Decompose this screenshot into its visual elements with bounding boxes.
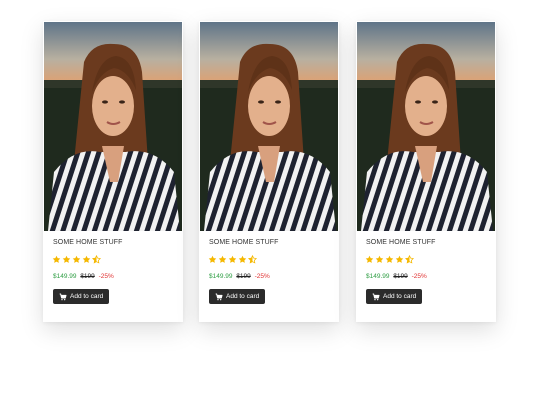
star-icon [395,255,404,263]
star-icon [62,255,71,263]
old-price: $199 [393,273,408,280]
rating-stars [208,255,257,264]
add-to-cart-button[interactable]: Add to card [53,289,110,304]
star-icon [208,255,217,263]
current-price: $149.99 [366,273,390,280]
cart-icon [59,293,67,300]
discount-badge: -25% [98,273,114,280]
star-half-icon [92,255,101,264]
add-to-cart-button[interactable]: Add to card [366,289,423,304]
add-to-cart-label: Add to card [383,293,417,300]
star-icon [72,255,81,263]
star-half-icon [405,255,414,264]
product-title: SOME HOME STUFF [209,239,279,246]
product-title: SOME HOME STUFF [53,239,123,246]
cart-icon [372,293,380,300]
old-price: $199 [236,273,251,280]
add-to-cart-button[interactable]: Add to card [209,289,266,304]
price-line: $149.99 $199 -25% [209,273,270,280]
add-to-cart-label: Add to card [226,293,260,300]
star-icon [375,255,384,263]
star-half-icon [248,255,257,264]
add-to-cart-label: Add to card [70,293,104,300]
star-icon [218,255,227,263]
product-title: SOME HOME STUFF [366,239,436,246]
price-line: $149.99 $199 -25% [366,273,427,280]
product-image[interactable] [44,22,182,231]
star-icon [52,255,61,263]
star-icon [228,255,237,263]
product-image[interactable] [200,22,338,231]
cart-icon [215,293,223,300]
current-price: $149.99 [53,273,77,280]
discount-badge: -25% [254,273,270,280]
old-price: $199 [80,273,95,280]
current-price: $149.99 [209,273,233,280]
star-icon [82,255,91,263]
rating-stars [52,255,101,264]
price-line: $149.99 $199 -25% [53,273,114,280]
star-icon [385,255,394,263]
product-card: SOME HOME STUFF $149.99 $199 -25% Add to… [356,21,496,322]
product-card: SOME HOME STUFF $149.99 $199 -25% Add to… [199,21,339,322]
star-icon [238,255,247,263]
product-image[interactable] [357,22,495,231]
product-card: SOME HOME STUFF $149.99 $199 -25% Add to… [43,21,183,322]
discount-badge: -25% [411,273,427,280]
star-icon [365,255,374,263]
rating-stars [365,255,414,264]
